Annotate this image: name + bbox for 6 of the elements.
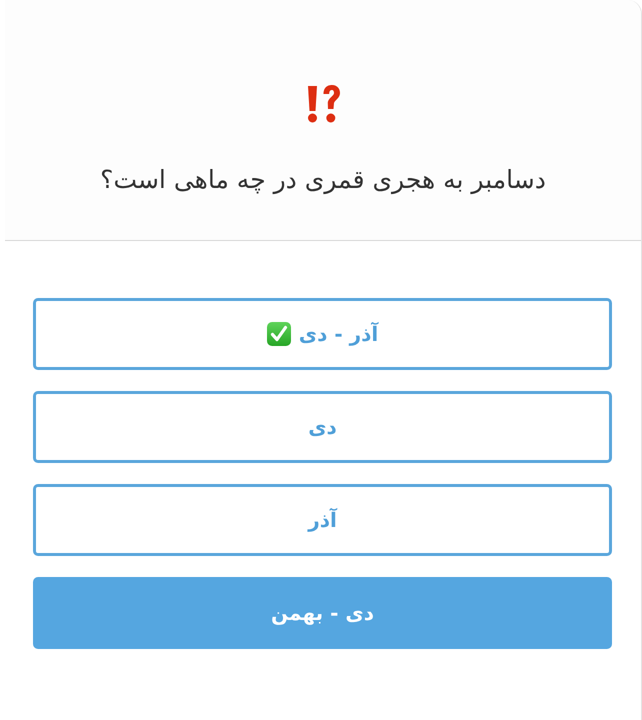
- answer-option[interactable]: دی: [33, 391, 612, 463]
- answer-option[interactable]: آذر - دی: [33, 298, 612, 370]
- answer-option[interactable]: دی - بهمن: [33, 577, 612, 649]
- exclamation-question-icon: [305, 84, 341, 124]
- answer-option[interactable]: آذر: [33, 484, 612, 556]
- question-text: دسامبر به هجری قمری در چه ماهی است؟: [100, 164, 546, 196]
